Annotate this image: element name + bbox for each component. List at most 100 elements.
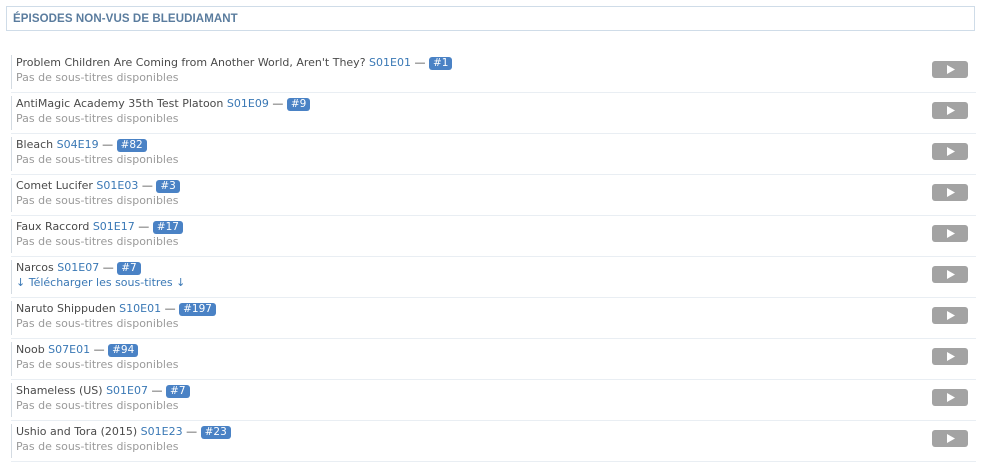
separator: — — [102, 138, 114, 151]
subtitle-status: Pas de sous-titres disponibles — [16, 235, 179, 248]
play-button[interactable] — [932, 348, 968, 365]
separator: — — [138, 220, 150, 233]
play-button[interactable] — [932, 61, 968, 78]
play-button[interactable] — [932, 430, 968, 447]
subtitle-status: Pas de sous-titres disponibles — [16, 194, 179, 207]
separator: — — [93, 343, 105, 356]
subtitle-status: Pas de sous-titres disponibles — [16, 358, 179, 371]
play-button[interactable] — [932, 143, 968, 160]
play-icon — [946, 311, 955, 320]
episode-code[interactable]: S01E03 — [96, 179, 138, 192]
episode-list: Problem Children Are Coming from Another… — [11, 52, 976, 462]
episode-title-line: Naruto Shippuden S10E01 — #197 — [16, 302, 216, 316]
episode-number-badge: #94 — [108, 344, 139, 357]
episode-number-badge: #197 — [179, 303, 216, 316]
play-icon — [946, 188, 955, 197]
episode-title-line: Faux Raccord S01E17 — #17 — [16, 220, 183, 234]
show-name[interactable]: Ushio and Tora (2015) — [16, 425, 137, 438]
episode-code[interactable]: S01E17 — [93, 220, 135, 233]
show-name[interactable]: Problem Children Are Coming from Another… — [16, 56, 366, 69]
episode-number-badge: #3 — [156, 180, 180, 193]
show-name[interactable]: Narcos — [16, 261, 54, 274]
row-divider — [11, 424, 12, 458]
episode-row: Naruto Shippuden S10E01 — #197 Pas de so… — [11, 298, 976, 339]
episode-title-line: Comet Lucifer S01E03 — #3 — [16, 179, 180, 193]
separator: — — [141, 179, 153, 192]
show-name[interactable]: Naruto Shippuden — [16, 302, 116, 315]
separator: — — [164, 302, 176, 315]
episode-title-line: AntiMagic Academy 35th Test Platoon S01E… — [16, 97, 311, 111]
show-name[interactable]: Comet Lucifer — [16, 179, 93, 192]
episode-row: Faux Raccord S01E17 — #17 Pas de sous-ti… — [11, 216, 976, 257]
play-icon — [946, 147, 955, 156]
episode-code[interactable]: S01E09 — [227, 97, 269, 110]
episode-number-badge: #1 — [428, 57, 453, 70]
episode-row: Problem Children Are Coming from Another… — [11, 52, 976, 93]
play-button[interactable] — [932, 102, 968, 119]
episode-title-line: Noob S07E01 — #94 — [16, 343, 139, 357]
show-name[interactable]: AntiMagic Academy 35th Test Platoon — [16, 97, 223, 110]
episode-number-badge: #23 — [200, 426, 231, 439]
show-name[interactable]: Noob — [16, 343, 45, 356]
episode-code[interactable]: S01E07 — [106, 384, 148, 397]
subtitle-status: Pas de sous-titres disponibles — [16, 112, 179, 125]
episode-row: Shameless (US) S01E07 — #7 Pas de sous-t… — [11, 380, 976, 421]
separator: — — [414, 56, 426, 69]
episode-row: Bleach S04E19 — #82 Pas de sous-titres d… — [11, 134, 976, 175]
episode-code[interactable]: S10E01 — [119, 302, 161, 315]
subtitle-status: Pas de sous-titres disponibles — [16, 399, 179, 412]
episode-number-badge: #9 — [286, 98, 311, 111]
play-button[interactable] — [932, 389, 968, 406]
separator: — — [102, 261, 114, 274]
episode-row: Narcos S01E07 — #7 ↓ Télécharger les sou… — [11, 257, 976, 298]
unwatched-episodes-header: ÉPISODES NON-VUS DE BLEUDIAMANT — [6, 6, 975, 31]
episode-number-badge: #82 — [116, 139, 147, 152]
row-divider — [11, 219, 12, 253]
separator: — — [151, 384, 163, 397]
row-divider — [11, 383, 12, 417]
subtitle-status: Pas de sous-titres disponibles — [16, 153, 179, 166]
episode-code[interactable]: S01E07 — [57, 261, 99, 274]
row-divider — [11, 178, 12, 212]
play-icon — [946, 393, 955, 402]
episode-title-line: Problem Children Are Coming from Another… — [16, 56, 453, 70]
separator: — — [272, 97, 284, 110]
play-icon — [946, 352, 955, 361]
play-icon — [946, 434, 955, 443]
episode-row: Noob S07E01 — #94 Pas de sous-titres dis… — [11, 339, 976, 380]
subtitle-status: Pas de sous-titres disponibles — [16, 71, 179, 84]
episode-code[interactable]: S01E01 — [369, 56, 411, 69]
play-button[interactable] — [932, 184, 968, 201]
episode-row: Comet Lucifer S01E03 — #3 Pas de sous-ti… — [11, 175, 976, 216]
subtitle-status: Pas de sous-titres disponibles — [16, 317, 179, 330]
episode-title-line: Shameless (US) S01E07 — #7 — [16, 384, 190, 398]
subtitle-status: Pas de sous-titres disponibles — [16, 440, 179, 453]
play-icon — [946, 65, 955, 74]
separator: — — [186, 425, 198, 438]
play-icon — [946, 106, 955, 115]
play-icon — [946, 229, 955, 238]
episode-code[interactable]: S01E23 — [141, 425, 183, 438]
episode-row: AntiMagic Academy 35th Test Platoon S01E… — [11, 93, 976, 134]
play-button[interactable] — [932, 307, 968, 324]
row-divider — [11, 301, 12, 335]
row-divider — [11, 342, 12, 376]
episode-row: Ushio and Tora (2015) S01E23 — #23 Pas d… — [11, 421, 976, 462]
episode-title-line: Ushio and Tora (2015) S01E23 — #23 — [16, 425, 231, 439]
episode-number-badge: #17 — [152, 221, 183, 234]
show-name[interactable]: Faux Raccord — [16, 220, 89, 233]
play-icon — [946, 270, 955, 279]
row-divider — [11, 55, 12, 89]
episode-code[interactable]: S07E01 — [48, 343, 90, 356]
episode-code[interactable]: S04E19 — [57, 138, 99, 151]
episode-title-line: Bleach S04E19 — #82 — [16, 138, 147, 152]
panel-title: ÉPISODES NON-VUS DE BLEUDIAMANT — [13, 13, 238, 25]
show-name[interactable]: Bleach — [16, 138, 53, 151]
show-name[interactable]: Shameless (US) — [16, 384, 103, 397]
play-button[interactable] — [932, 266, 968, 283]
row-divider — [11, 96, 12, 130]
download-subtitles-link[interactable]: ↓ Télécharger les sous-titres ↓ — [16, 276, 185, 290]
row-divider — [11, 137, 12, 171]
play-button[interactable] — [932, 225, 968, 242]
row-divider — [11, 260, 12, 294]
